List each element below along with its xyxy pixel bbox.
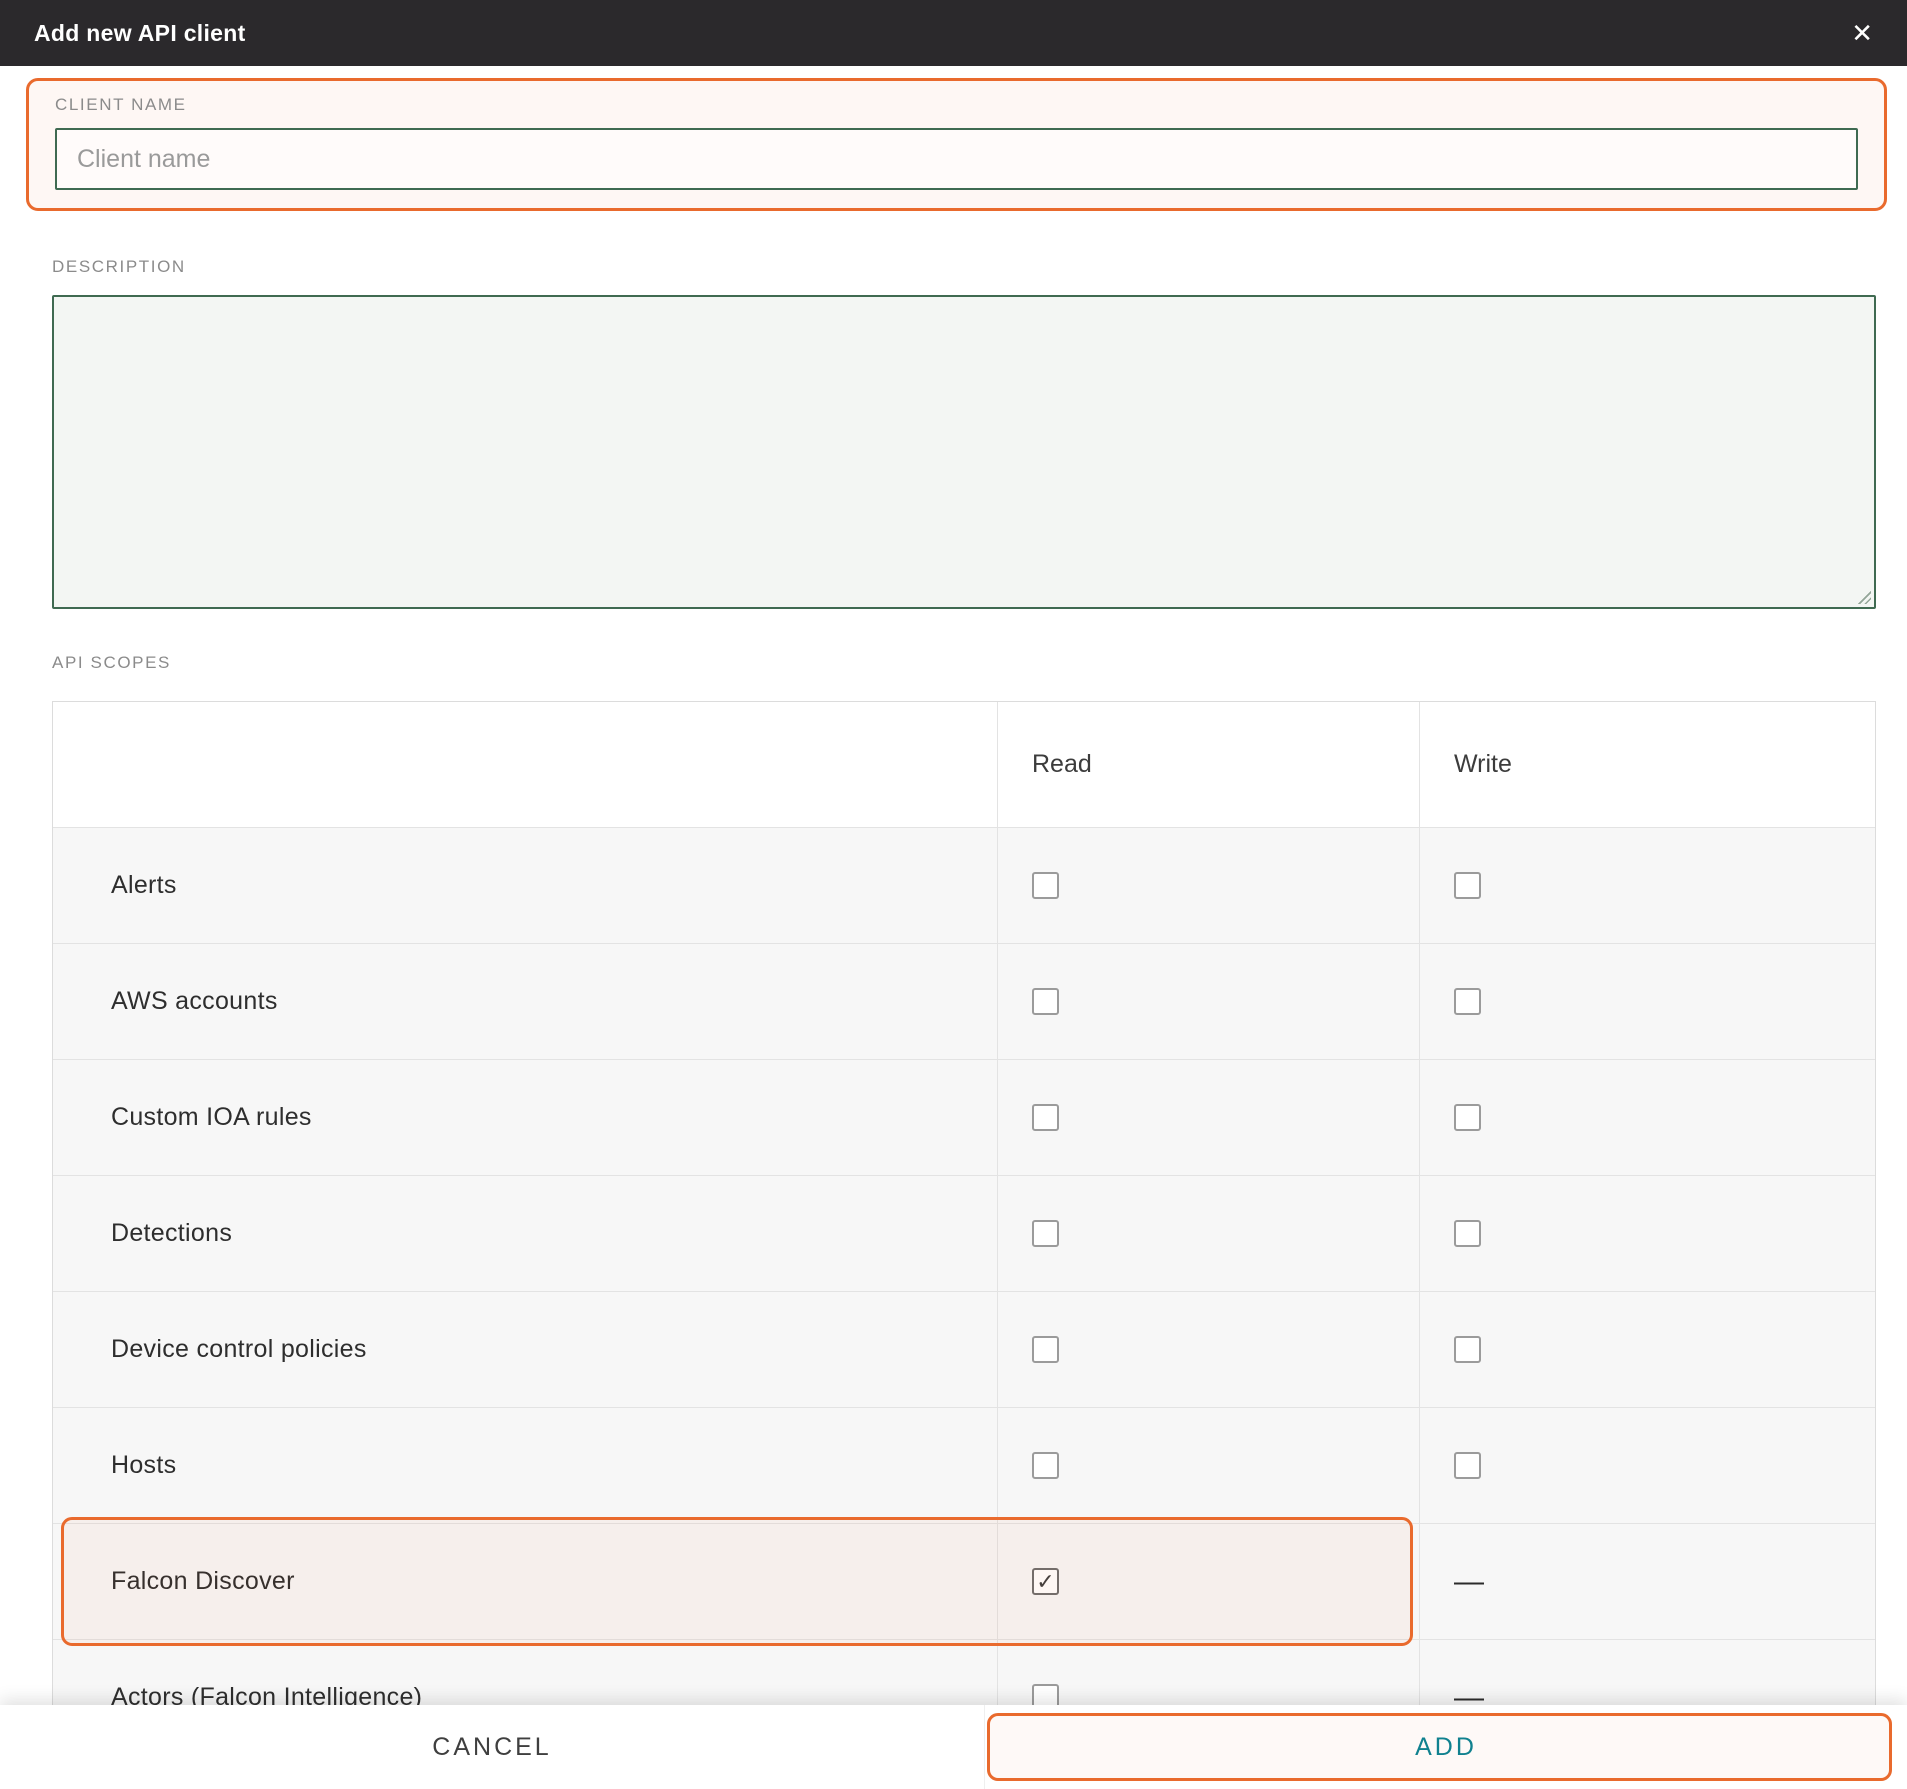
table-header-row: Read Write xyxy=(53,702,1875,827)
scope-name: Alerts xyxy=(53,828,997,943)
read-checkbox[interactable] xyxy=(1032,1452,1059,1479)
table-row: AWS accounts xyxy=(53,943,1875,1059)
cancel-button[interactable]: CANCEL xyxy=(432,1733,551,1762)
read-cell xyxy=(997,1408,1419,1523)
api-scopes-table: Read Write AlertsAWS accountsCustom IOA … xyxy=(52,701,1876,1756)
read-checkbox[interactable] xyxy=(1032,1104,1059,1131)
table-row: Detections xyxy=(53,1175,1875,1291)
write-cell xyxy=(1419,944,1875,1059)
table-row: Custom IOA rules xyxy=(53,1059,1875,1175)
scope-name: Hosts xyxy=(53,1408,997,1523)
cancel-button-area[interactable]: CANCEL xyxy=(0,1705,985,1789)
modal-footer: CANCEL ADD xyxy=(0,1705,1907,1789)
annotation-client-name: CLIENT NAME xyxy=(26,78,1887,211)
client-name-label: CLIENT NAME xyxy=(55,95,1858,115)
read-cell xyxy=(997,1060,1419,1175)
write-checkbox[interactable] xyxy=(1454,988,1481,1015)
table-row: Device control policies xyxy=(53,1291,1875,1407)
read-cell xyxy=(997,828,1419,943)
read-checkbox[interactable] xyxy=(1032,988,1059,1015)
add-button-area[interactable]: ADD xyxy=(985,1705,1907,1789)
read-checkbox[interactable] xyxy=(1032,1220,1059,1247)
scope-name: Device control policies xyxy=(53,1292,997,1407)
scope-name: Detections xyxy=(53,1176,997,1291)
column-header-empty xyxy=(53,702,997,827)
modal-title: Add new API client xyxy=(34,20,246,47)
table-row: Hosts xyxy=(53,1407,1875,1523)
read-checkbox[interactable] xyxy=(1032,872,1059,899)
read-cell xyxy=(997,1176,1419,1291)
write-cell xyxy=(1419,828,1875,943)
scope-name: Custom IOA rules xyxy=(53,1060,997,1175)
write-cell xyxy=(1419,1060,1875,1175)
no-permission-dash: — xyxy=(1454,1565,1484,1599)
write-cell xyxy=(1419,1408,1875,1523)
column-header-read: Read xyxy=(997,702,1419,827)
write-checkbox[interactable] xyxy=(1454,872,1481,899)
modal-header: Add new API client ✕ xyxy=(0,0,1907,66)
read-cell xyxy=(997,944,1419,1059)
description-label: DESCRIPTION xyxy=(52,257,1907,277)
scope-name: AWS accounts xyxy=(53,944,997,1059)
description-textarea[interactable] xyxy=(52,295,1876,609)
write-cell xyxy=(1419,1176,1875,1291)
client-name-input[interactable] xyxy=(55,128,1858,190)
column-header-write: Write xyxy=(1419,702,1875,827)
read-checkbox[interactable]: ✓ xyxy=(1032,1568,1059,1595)
api-scopes-label: API SCOPES xyxy=(52,653,1907,673)
scope-name: Falcon Discover xyxy=(53,1524,997,1639)
read-checkbox[interactable] xyxy=(1032,1336,1059,1363)
write-cell xyxy=(1419,1292,1875,1407)
table-row: Alerts xyxy=(53,827,1875,943)
write-checkbox[interactable] xyxy=(1454,1452,1481,1479)
scopes-table-body: AlertsAWS accountsCustom IOA rulesDetect… xyxy=(53,827,1875,1755)
read-cell: ✓ xyxy=(997,1524,1419,1639)
read-cell xyxy=(997,1292,1419,1407)
write-checkbox[interactable] xyxy=(1454,1220,1481,1247)
write-checkbox[interactable] xyxy=(1454,1336,1481,1363)
table-row: Falcon Discover ✓ — xyxy=(53,1523,1875,1639)
write-checkbox[interactable] xyxy=(1454,1104,1481,1131)
write-cell: — xyxy=(1419,1524,1875,1639)
add-button[interactable]: ADD xyxy=(1415,1733,1477,1762)
close-icon[interactable]: ✕ xyxy=(1851,20,1873,46)
description-field-wrap xyxy=(52,295,1876,609)
